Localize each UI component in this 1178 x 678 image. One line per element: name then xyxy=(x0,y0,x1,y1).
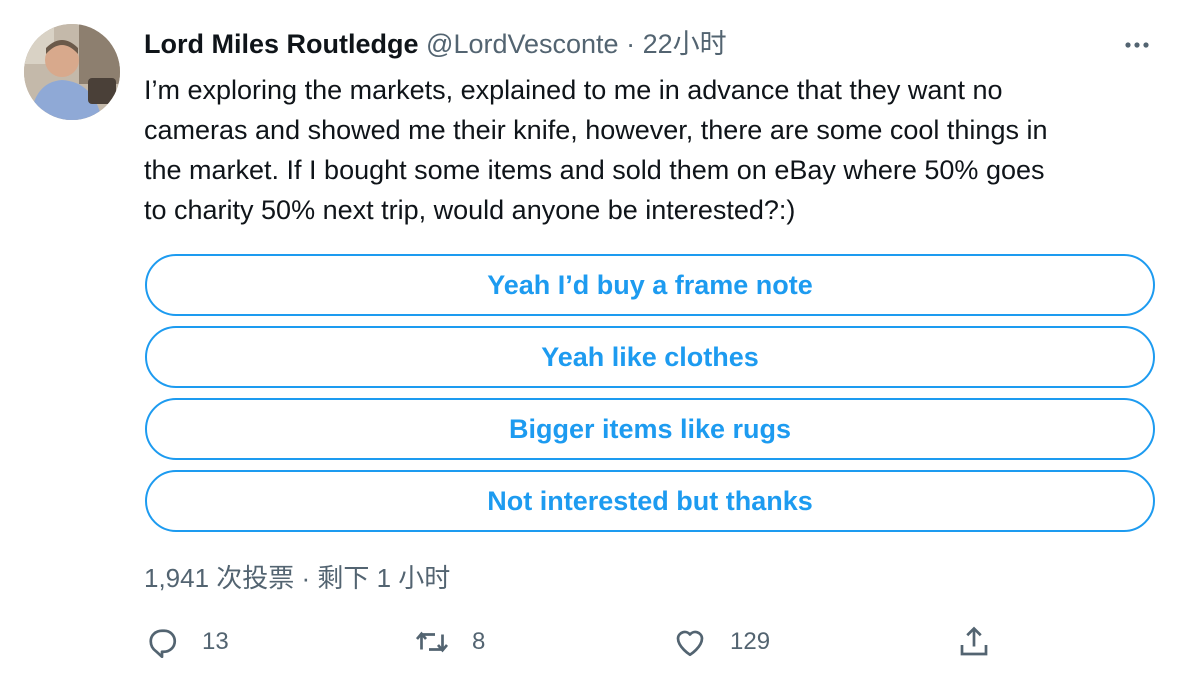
poll-options: Yeah I’d buy a frame note Yeah like clot… xyxy=(145,254,1155,542)
author-handle[interactable]: @LordVesconte xyxy=(426,29,619,59)
share-icon xyxy=(960,626,988,656)
avatar-photo xyxy=(24,24,120,120)
poll-option-4[interactable]: Not interested but thanks xyxy=(145,470,1155,532)
heart-icon xyxy=(676,630,704,657)
more-icon xyxy=(1125,42,1149,48)
more-button[interactable] xyxy=(1120,28,1154,62)
reply-button[interactable]: 13 xyxy=(144,620,229,664)
like-count: 129 xyxy=(730,628,771,655)
share-button[interactable] xyxy=(956,620,992,664)
separator-dot: · xyxy=(626,29,636,59)
avatar[interactable] xyxy=(24,24,120,120)
poll-option-2[interactable]: Yeah like clothes xyxy=(145,326,1155,388)
retweet-button[interactable]: 8 xyxy=(414,620,485,664)
action-bar: 13 8 129 xyxy=(144,620,1164,664)
poll-option-1[interactable]: Yeah I’d buy a frame note xyxy=(145,254,1155,316)
poll-option-3[interactable]: Bigger items like rugs xyxy=(145,398,1155,460)
timestamp[interactable]: 22小时 xyxy=(643,29,727,59)
poll-meta: 1,941 次投票 · 剩下 1 小时 xyxy=(144,563,451,593)
tweet-header: Lord Miles Routledge @LordVesconte · 22小… xyxy=(144,26,727,62)
like-button[interactable]: 129 xyxy=(672,620,770,664)
tweet-text: I’m exploring the markets, explained to … xyxy=(144,75,1048,225)
reply-count: 13 xyxy=(202,628,229,655)
author-name[interactable]: Lord Miles Routledge xyxy=(144,29,419,59)
reply-icon xyxy=(149,629,177,659)
retweet-icon xyxy=(415,631,449,653)
retweet-count: 8 xyxy=(472,628,486,655)
